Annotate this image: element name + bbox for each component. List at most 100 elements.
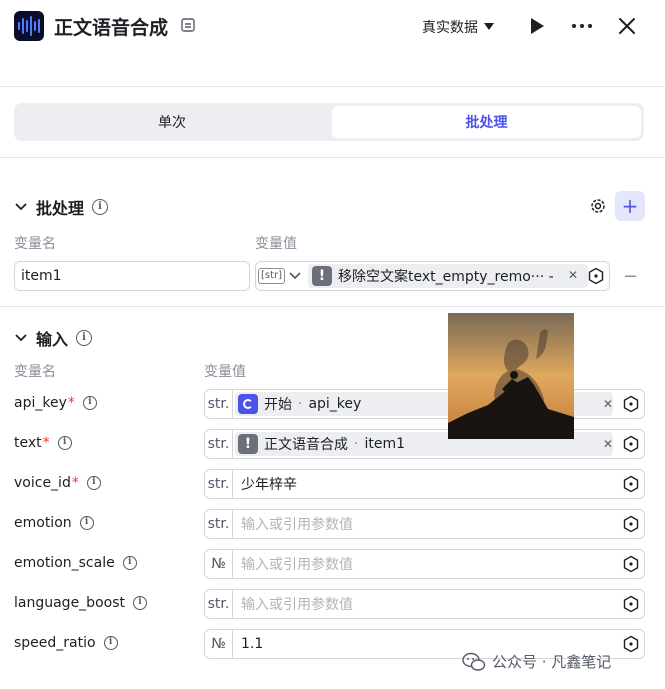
param-field-emotion-scale[interactable]: № 输入或引用参数值 bbox=[204, 549, 645, 579]
param-name: speed_ratio bbox=[14, 635, 96, 651]
param-label-speed-ratio: speed_ratio i bbox=[14, 635, 118, 651]
caret-down-icon bbox=[484, 23, 494, 30]
variable-ref-icon[interactable] bbox=[622, 435, 640, 453]
tab-single[interactable]: 单次 bbox=[17, 106, 327, 138]
param-type: str. bbox=[205, 510, 233, 538]
variable-ref-icon[interactable] bbox=[622, 555, 640, 573]
variable-ref-icon[interactable] bbox=[622, 595, 640, 613]
more-icon[interactable] bbox=[570, 16, 594, 36]
batch-variable-name-input[interactable]: item1 bbox=[14, 261, 250, 291]
param-type: str. bbox=[205, 470, 233, 498]
exclamation-icon: ! bbox=[238, 434, 258, 454]
variable-ref-icon[interactable] bbox=[622, 515, 640, 533]
variable-ref-icon[interactable] bbox=[622, 635, 640, 653]
reference-label: 移除空文案text_empty_remo··· - bbox=[338, 269, 554, 285]
reference-variable: api_key bbox=[308, 396, 362, 412]
variable-ref-icon[interactable] bbox=[622, 475, 640, 493]
info-icon[interactable]: i bbox=[76, 330, 93, 346]
param-label-emotion-scale: emotion_scale i bbox=[14, 555, 137, 571]
batch-variable-value-field[interactable]: [str] ! 移除空文案text_empty_remo··· - ✕ bbox=[255, 261, 610, 291]
variable-ref-icon[interactable] bbox=[622, 395, 640, 413]
node-title[interactable]: 正文语音合成 bbox=[54, 13, 168, 40]
separator-dot: · bbox=[354, 436, 359, 452]
param-placeholder[interactable]: 输入或引用参数值 bbox=[241, 510, 353, 538]
batch-section-header[interactable]: 批处理 i bbox=[14, 195, 109, 219]
param-field-voice-id[interactable]: str. 少年梓辛 bbox=[204, 469, 645, 499]
watermark-text: 公众号 · 凡鑫笔记 bbox=[492, 653, 612, 671]
param-label-voice-id: voice_id * i bbox=[14, 475, 101, 491]
divider bbox=[0, 86, 665, 87]
param-field-api-key[interactable]: str. 开始 · api_key ✕ bbox=[204, 389, 645, 419]
param-name: language_boost bbox=[14, 595, 125, 611]
start-node-icon bbox=[238, 394, 258, 414]
info-icon[interactable]: i bbox=[92, 199, 109, 215]
param-label-emotion: emotion i bbox=[14, 515, 94, 531]
add-variable-button[interactable]: + bbox=[615, 191, 645, 221]
param-name: emotion bbox=[14, 515, 72, 531]
batch-section-title: 批处理 bbox=[36, 199, 85, 218]
param-type: № bbox=[205, 630, 233, 658]
param-type: str. bbox=[205, 390, 233, 418]
type-label: [str] bbox=[258, 268, 286, 284]
reference-chip[interactable]: ! 移除空文案text_empty_remo··· - bbox=[308, 264, 588, 288]
clear-icon[interactable]: ✕ bbox=[568, 268, 578, 282]
required-mark: * bbox=[67, 395, 75, 411]
wechat-icon bbox=[462, 652, 486, 671]
info-icon[interactable]: i bbox=[132, 596, 147, 610]
node-header: 正文语音合成 真实数据 bbox=[0, 0, 665, 56]
audio-wave-icon bbox=[14, 11, 44, 41]
type-selector[interactable]: [str] bbox=[258, 265, 301, 287]
required-mark: * bbox=[42, 435, 50, 451]
param-field-language-boost[interactable]: str. 输入或引用参数值 bbox=[204, 589, 645, 619]
chevron-down-icon[interactable] bbox=[14, 200, 28, 214]
separator-dot: · bbox=[298, 396, 303, 412]
param-value[interactable]: 1.1 bbox=[241, 630, 263, 658]
overlay-photo bbox=[448, 313, 574, 439]
data-mode-select[interactable]: 真实数据 bbox=[422, 17, 494, 37]
param-name: emotion_scale bbox=[14, 555, 115, 571]
chevron-down-icon bbox=[289, 272, 301, 280]
param-label-language-boost: language_boost i bbox=[14, 595, 147, 611]
required-mark: * bbox=[71, 475, 79, 491]
param-field-text[interactable]: str.! 正文语音合成 · item1 ✕ bbox=[204, 429, 645, 459]
column-header-name: 变量名 bbox=[14, 364, 56, 380]
clear-icon[interactable]: ✕ bbox=[603, 437, 613, 451]
column-header-name: 变量名 bbox=[14, 236, 56, 252]
param-type: str. bbox=[205, 590, 233, 618]
info-icon[interactable]: i bbox=[82, 396, 97, 410]
mode-tabs: 单次 批处理 bbox=[14, 103, 644, 141]
reference-variable: item1 bbox=[364, 436, 405, 452]
param-field-emotion[interactable]: str. 输入或引用参数值 bbox=[204, 509, 645, 539]
input-section-title: 输入 bbox=[36, 330, 69, 349]
param-name: api_key bbox=[14, 395, 67, 411]
divider bbox=[0, 157, 665, 158]
param-type: str. bbox=[205, 430, 233, 458]
clear-icon[interactable]: ✕ bbox=[603, 397, 613, 411]
close-icon[interactable] bbox=[617, 16, 637, 36]
param-placeholder[interactable]: 输入或引用参数值 bbox=[241, 550, 353, 578]
divider bbox=[0, 306, 665, 307]
info-icon[interactable]: i bbox=[103, 636, 118, 650]
param-name: voice_id bbox=[14, 475, 71, 491]
reference-source: 正文语音合成 bbox=[264, 437, 348, 453]
column-header-value: 变量值 bbox=[204, 364, 246, 380]
input-section-header[interactable]: 输入 i bbox=[14, 326, 93, 350]
data-mode-label: 真实数据 bbox=[422, 20, 478, 36]
info-icon[interactable]: i bbox=[86, 476, 101, 490]
chevron-down-icon[interactable] bbox=[14, 331, 28, 345]
info-icon[interactable]: i bbox=[57, 436, 72, 450]
watermark: 公众号 · 凡鑫笔记 bbox=[462, 651, 611, 672]
info-icon[interactable]: i bbox=[79, 516, 94, 530]
tab-batch[interactable]: 批处理 bbox=[332, 106, 641, 138]
info-icon[interactable]: i bbox=[122, 556, 137, 570]
remove-variable-button[interactable]: − bbox=[623, 266, 638, 287]
exclamation-icon: ! bbox=[312, 266, 332, 286]
param-value[interactable]: 少年梓辛 bbox=[241, 470, 297, 498]
play-icon[interactable] bbox=[528, 17, 546, 35]
param-label-text: text * i bbox=[14, 435, 72, 451]
gear-icon[interactable] bbox=[589, 197, 607, 215]
variable-ref-icon[interactable] bbox=[587, 267, 605, 285]
param-type: № bbox=[205, 550, 233, 578]
param-placeholder[interactable]: 输入或引用参数值 bbox=[241, 590, 353, 618]
column-header-value: 变量值 bbox=[255, 236, 297, 252]
